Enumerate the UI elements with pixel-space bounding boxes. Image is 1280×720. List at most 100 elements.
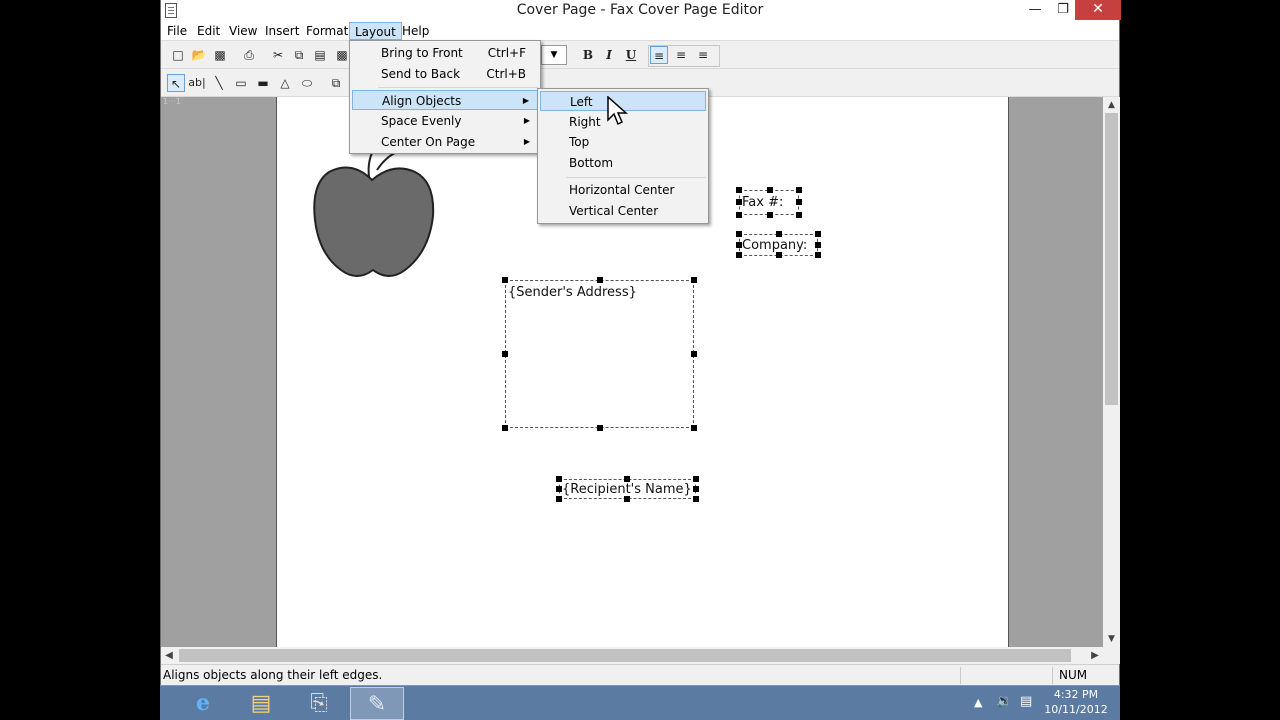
line-tool-icon[interactable]: ╲ xyxy=(210,74,228,92)
resize-handle[interactable] xyxy=(815,242,821,248)
resize-handle[interactable] xyxy=(736,199,742,205)
align-bottom-item[interactable]: Bottom xyxy=(540,153,706,173)
ellipse-tool-icon[interactable]: ⬭ xyxy=(298,74,316,92)
menu-format[interactable]: Format xyxy=(301,22,353,40)
app-window: Cover Page - Fax Cover Page Editor — ❐ ✕… xyxy=(160,0,1121,685)
fax-app-icon[interactable]: ⎘ xyxy=(292,687,346,720)
resize-handle[interactable] xyxy=(767,187,773,193)
vertical-scroll-thumb[interactable] xyxy=(1105,113,1118,405)
scroll-right-icon[interactable]: ▶ xyxy=(1087,647,1103,664)
resize-handle[interactable] xyxy=(691,277,697,283)
menu-bar: File Edit View Insert Format Layout Help xyxy=(161,21,1119,41)
network-icon[interactable]: ▤ xyxy=(1020,694,1032,720)
clock-date: 10/11/2012 xyxy=(1044,703,1108,716)
menu-center-on-page[interactable]: Center On Page ▶ xyxy=(352,132,538,152)
align-right-icon[interactable]: ≡ xyxy=(694,46,712,64)
resize-handle[interactable] xyxy=(556,476,562,482)
resize-handle[interactable] xyxy=(776,252,782,258)
rectangle-tool-icon[interactable]: ▭ xyxy=(232,74,250,92)
menu-edit[interactable]: Edit xyxy=(192,22,225,40)
text-tool-icon[interactable]: ab| xyxy=(188,74,206,92)
paste-icon[interactable]: ▤ xyxy=(311,46,329,64)
underline-button[interactable]: U xyxy=(622,46,640,64)
resize-handle[interactable] xyxy=(736,187,742,193)
scroll-up-icon[interactable]: ▲ xyxy=(1103,97,1120,113)
tray-arrow-icon[interactable]: ▲ xyxy=(974,696,982,720)
resize-handle[interactable] xyxy=(736,231,742,237)
resize-handle[interactable] xyxy=(597,425,603,431)
resize-handle[interactable] xyxy=(691,351,697,357)
resize-handle[interactable] xyxy=(767,212,773,218)
menu-send-to-back[interactable]: Send to Back Ctrl+B xyxy=(352,64,538,84)
resize-handle[interactable] xyxy=(502,425,508,431)
scroll-down-icon[interactable]: ▼ xyxy=(1103,631,1120,647)
horizontal-scrollbar[interactable]: ◀ ▶ xyxy=(161,647,1103,664)
align-center-icon[interactable]: ≡ xyxy=(672,46,690,64)
title-bar[interactable]: Cover Page - Fax Cover Page Editor — ❐ ✕ xyxy=(161,0,1121,21)
resize-handle[interactable] xyxy=(736,212,742,218)
font-size-select-arrow-icon[interactable]: ▼ xyxy=(541,45,567,65)
menu-insert[interactable]: Insert xyxy=(260,22,304,40)
bring-front-tool-icon[interactable]: ⧉ xyxy=(327,74,345,92)
menu-help[interactable]: Help xyxy=(397,22,434,40)
resize-handle[interactable] xyxy=(736,242,742,248)
resize-handle[interactable] xyxy=(502,351,508,357)
polygon-tool-icon[interactable]: △ xyxy=(276,74,294,92)
open-folder-icon[interactable]: 📂 xyxy=(190,46,208,64)
menu-file[interactable]: File xyxy=(162,22,192,40)
apple-graphic[interactable] xyxy=(307,142,437,282)
resize-handle[interactable] xyxy=(815,231,821,237)
menu-view[interactable]: View xyxy=(224,22,262,40)
resize-handle[interactable] xyxy=(796,187,802,193)
align-left-icon[interactable]: ≡ xyxy=(650,46,668,64)
volume-icon[interactable]: 🔉 xyxy=(996,694,1012,720)
pointer-tool-icon[interactable]: ↖ xyxy=(167,74,185,92)
cover-page-editor-taskbar-icon[interactable]: ✎ xyxy=(350,687,404,720)
save-icon[interactable]: ▩ xyxy=(211,46,229,64)
screen: Cover Page - Fax Cover Page Editor — ❐ ✕… xyxy=(0,0,1280,720)
print-icon[interactable]: ⎙ xyxy=(240,46,258,64)
copy-icon[interactable]: ⧉ xyxy=(290,46,308,64)
resize-handle[interactable] xyxy=(796,199,802,205)
scroll-left-icon[interactable]: ◀ xyxy=(161,647,177,664)
resize-handle[interactable] xyxy=(556,486,562,492)
resize-handle[interactable] xyxy=(693,486,699,492)
submenu-arrow-icon: ▶ xyxy=(523,137,530,146)
internet-explorer-icon[interactable]: e xyxy=(176,687,230,720)
minimize-button[interactable]: — xyxy=(1021,0,1049,20)
cut-icon[interactable]: ✂ xyxy=(269,46,287,64)
align-horizontal-center-item[interactable]: Horizontal Center xyxy=(540,180,706,200)
status-cell-blank xyxy=(960,667,1052,684)
clock[interactable]: 4:32 PM 10/11/2012 xyxy=(1040,688,1112,720)
resize-handle[interactable] xyxy=(691,425,697,431)
resize-handle[interactable] xyxy=(597,277,603,283)
resize-handle[interactable] xyxy=(556,496,562,502)
italic-button[interactable]: I xyxy=(600,46,618,64)
maximize-button[interactable]: ❐ xyxy=(1049,0,1077,20)
menu-send-to-back-shortcut: Ctrl+B xyxy=(486,67,526,81)
new-file-icon[interactable]: □ xyxy=(169,46,187,64)
menu-space-evenly[interactable]: Space Evenly ▶ xyxy=(352,111,538,131)
align-top-item[interactable]: Top xyxy=(540,132,706,152)
resize-handle[interactable] xyxy=(815,252,821,258)
resize-handle[interactable] xyxy=(796,212,802,218)
close-button[interactable]: ✕ xyxy=(1075,0,1121,20)
align-vertical-center-item[interactable]: Vertical Center xyxy=(540,201,706,221)
resize-handle[interactable] xyxy=(693,496,699,502)
resize-handle[interactable] xyxy=(502,277,508,283)
horizontal-scroll-thumb[interactable] xyxy=(179,649,1071,662)
resize-handle[interactable] xyxy=(624,496,630,502)
menu-bring-to-front[interactable]: Bring to Front Ctrl+F xyxy=(352,43,538,63)
rounded-rectangle-tool-icon[interactable]: ▬ xyxy=(254,74,272,92)
menu-align-objects[interactable]: Align Objects ▶ xyxy=(352,90,538,110)
company-label: Company: xyxy=(742,238,808,253)
resize-handle[interactable] xyxy=(693,476,699,482)
file-explorer-icon[interactable]: ▤ xyxy=(234,687,288,720)
resize-handle[interactable] xyxy=(624,476,630,482)
bold-button[interactable]: B xyxy=(579,46,597,64)
resize-handle[interactable] xyxy=(776,231,782,237)
sender-address-field[interactable]: {Sender's Address} xyxy=(505,280,694,428)
resize-handle[interactable] xyxy=(736,252,742,258)
menu-layout[interactable]: Layout xyxy=(349,22,402,40)
vertical-scrollbar[interactable]: ▲ ▼ xyxy=(1103,97,1120,647)
